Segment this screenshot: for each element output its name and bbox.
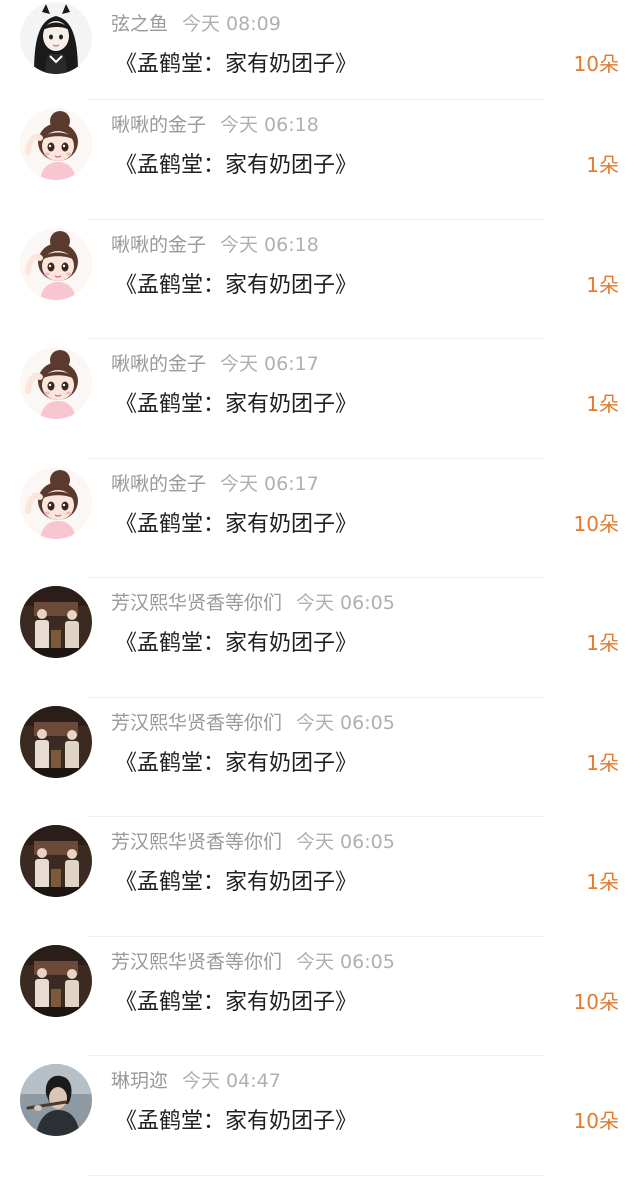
flower-count: 10朵 bbox=[573, 52, 619, 76]
list-item[interactable]: 啾啾的金子 今天 06:18 《孟鹤堂：家有奶团子》 1朵 bbox=[0, 100, 640, 220]
item-meta: 啾啾的金子 今天 06:17 bbox=[111, 469, 319, 496]
item-meta: 芳汉熙华贤香等你们 今天 06:05 bbox=[111, 588, 395, 615]
avatar[interactable] bbox=[20, 1064, 92, 1136]
item-title[interactable]: 《孟鹤堂：家有奶团子》 bbox=[115, 147, 357, 179]
stage-performers-avatar-icon bbox=[20, 825, 92, 897]
item-title[interactable]: 《孟鹤堂：家有奶团子》 bbox=[115, 386, 357, 418]
man-flute-avatar-icon bbox=[20, 1064, 92, 1136]
avatar[interactable] bbox=[20, 705, 92, 778]
avatar[interactable] bbox=[20, 347, 92, 419]
username[interactable]: 芳汉熙华贤香等你们 bbox=[111, 592, 282, 614]
flower-count: 1朵 bbox=[586, 870, 619, 894]
list-item[interactable]: 啾啾的金子 今天 06:18 《孟鹤堂：家有奶团子》 1朵 bbox=[0, 220, 640, 339]
item-title[interactable]: 《孟鹤堂：家有奶团子》 bbox=[115, 46, 357, 78]
stage-performers-avatar-icon bbox=[20, 705, 92, 778]
timestamp: 今天 04:47 bbox=[182, 1070, 281, 1092]
list-item[interactable]: 芳汉熙华贤香等你们 今天 06:05 《孟鹤堂：家有奶团子》 1朵 bbox=[0, 817, 640, 937]
list-item[interactable]: 芳汉熙华贤香等你们 今天 06:05 《孟鹤堂：家有奶团子》 1朵 bbox=[0, 698, 640, 817]
stage-performers-avatar-icon bbox=[20, 586, 92, 658]
flower-count: 1朵 bbox=[586, 631, 619, 655]
cartoon-girl-avatar-icon bbox=[20, 466, 92, 539]
username[interactable]: 琳玥迩 bbox=[111, 1070, 168, 1092]
item-title[interactable]: 《孟鹤堂：家有奶团子》 bbox=[115, 1103, 357, 1135]
flower-count: 10朵 bbox=[573, 1109, 619, 1133]
list-item[interactable]: 弦之鱼 今天 08:09 《孟鹤堂：家有奶团子》 10朵 bbox=[0, 0, 640, 100]
item-title[interactable]: 《孟鹤堂：家有奶团子》 bbox=[115, 984, 357, 1016]
username[interactable]: 芳汉熙华贤香等你们 bbox=[111, 831, 282, 853]
list-item[interactable]: 芳汉熙华贤香等你们 今天 06:05 《孟鹤堂：家有奶团子》 1朵 bbox=[0, 578, 640, 698]
item-meta: 啾啾的金子 今天 06:18 bbox=[111, 110, 319, 137]
timestamp: 今天 06:18 bbox=[220, 233, 319, 256]
item-title[interactable]: 《孟鹤堂：家有奶团子》 bbox=[115, 864, 357, 896]
flower-count: 1朵 bbox=[586, 272, 619, 297]
list-item[interactable]: 琳玥迩 今天 04:47 《孟鹤堂：家有奶团子》 10朵 bbox=[0, 1056, 640, 1176]
item-title[interactable]: 《孟鹤堂：家有奶团子》 bbox=[115, 625, 357, 657]
list-item[interactable]: 芳汉熙华贤香等你们 今天 06:05 《孟鹤堂：家有奶团子》 10朵 bbox=[0, 937, 640, 1056]
username[interactable]: 芳汉熙华贤香等你们 bbox=[111, 712, 282, 734]
flower-count: 1朵 bbox=[586, 392, 619, 416]
gift-record-list: 弦之鱼 今天 08:09 《孟鹤堂：家有奶团子》 10朵 啾啾的金子 今天 06… bbox=[0, 0, 640, 1187]
item-title[interactable]: 《孟鹤堂：家有奶团子》 bbox=[115, 267, 357, 299]
timestamp: 今天 06:17 bbox=[220, 353, 319, 375]
item-meta: 弦之鱼 今天 08:09 bbox=[111, 9, 281, 36]
username[interactable]: 啾啾的金子 bbox=[111, 353, 206, 375]
timestamp: 今天 06:05 bbox=[296, 592, 395, 614]
cartoon-girl-avatar-icon bbox=[20, 108, 92, 180]
flower-count: 1朵 bbox=[586, 153, 619, 177]
username[interactable]: 啾啾的金子 bbox=[111, 234, 206, 256]
item-meta: 啾啾的金子 今天 06:17 bbox=[111, 349, 319, 376]
item-title[interactable]: 《孟鹤堂：家有奶团子》 bbox=[115, 745, 357, 777]
timestamp: 今天 06:05 bbox=[296, 950, 395, 973]
item-meta: 芳汉熙华贤香等你们 今天 06:05 bbox=[111, 947, 395, 974]
username[interactable]: 弦之鱼 bbox=[111, 13, 168, 35]
avatar[interactable] bbox=[20, 825, 92, 897]
avatar[interactable] bbox=[20, 586, 92, 658]
flower-count: 10朵 bbox=[573, 989, 619, 1014]
flower-count: 10朵 bbox=[573, 511, 619, 536]
timestamp: 今天 06:18 bbox=[220, 114, 319, 136]
item-meta: 芳汉熙华贤香等你们 今天 06:05 bbox=[111, 827, 395, 854]
timestamp: 今天 08:09 bbox=[182, 13, 281, 35]
girl-bw-avatar-icon bbox=[20, 2, 92, 74]
avatar[interactable] bbox=[20, 466, 92, 539]
timestamp: 今天 06:05 bbox=[296, 831, 395, 853]
flower-count: 1朵 bbox=[586, 750, 619, 775]
avatar[interactable] bbox=[20, 2, 92, 74]
username[interactable]: 啾啾的金子 bbox=[111, 114, 206, 136]
avatar[interactable] bbox=[20, 227, 92, 300]
list-item[interactable]: 啾啾的金子 今天 06:17 《孟鹤堂：家有奶团子》 10朵 bbox=[0, 459, 640, 578]
timestamp: 今天 06:05 bbox=[296, 711, 395, 734]
item-title[interactable]: 《孟鹤堂：家有奶团子》 bbox=[115, 506, 357, 538]
item-meta: 芳汉熙华贤香等你们 今天 06:05 bbox=[111, 708, 395, 735]
item-meta: 啾啾的金子 今天 06:18 bbox=[111, 230, 319, 257]
list-item[interactable]: 啾啾的金子 今天 06:17 《孟鹤堂：家有奶团子》 1朵 bbox=[0, 339, 640, 459]
avatar[interactable] bbox=[20, 944, 92, 1017]
username[interactable]: 芳汉熙华贤香等你们 bbox=[111, 951, 282, 973]
timestamp: 今天 06:17 bbox=[220, 472, 319, 495]
username[interactable]: 啾啾的金子 bbox=[111, 473, 206, 495]
stage-performers-avatar-icon bbox=[20, 944, 92, 1017]
cartoon-girl-avatar-icon bbox=[20, 227, 92, 300]
item-meta: 琳玥迩 今天 04:47 bbox=[111, 1066, 281, 1093]
cartoon-girl-avatar-icon bbox=[20, 347, 92, 419]
avatar[interactable] bbox=[20, 108, 92, 180]
divider bbox=[88, 1174, 545, 1176]
